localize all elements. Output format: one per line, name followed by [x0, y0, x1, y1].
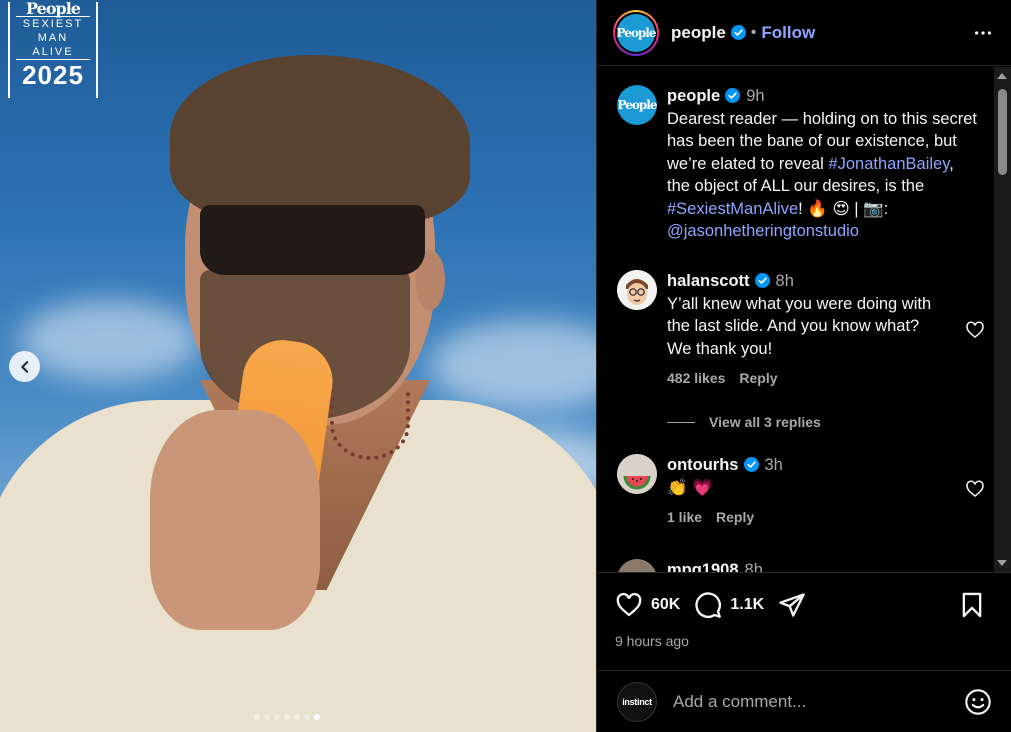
share-button[interactable]: [778, 591, 806, 619]
comment-bubble-icon: [695, 592, 722, 618]
bookmark-icon: [962, 592, 982, 618]
badge-line1: SEXIEST: [22, 18, 84, 30]
watermelon-avatar-icon: [617, 454, 657, 494]
comment-input[interactable]: [673, 691, 964, 712]
comment-time: 3h: [764, 456, 783, 474]
view-replies-label: View all 3 replies: [709, 414, 821, 430]
sexiest-man-alive-badge: People SEXIEST MAN ALIVE 2025: [8, 0, 98, 98]
comment-username[interactable]: ontourhs: [667, 456, 759, 474]
comment-time: 8h: [775, 272, 794, 290]
follow-button[interactable]: Follow: [761, 23, 815, 43]
emoji-smiley-icon[interactable]: [964, 688, 992, 716]
people-logo-icon: People: [617, 85, 657, 125]
carousel-dot: [274, 714, 280, 720]
add-comment-bar: instinct: [597, 670, 1011, 732]
post-side-panel: People people • Follow People people 9h D…: [596, 0, 1011, 732]
carousel-dot: [264, 714, 270, 720]
cloud: [20, 300, 200, 380]
like-button[interactable]: 60K: [615, 591, 680, 619]
save-button[interactable]: [958, 591, 994, 619]
reply-button[interactable]: Reply: [716, 509, 754, 525]
comments-scrollbar[interactable]: [994, 67, 1011, 572]
comment-time: 8h: [744, 561, 763, 572]
carousel-dot: [294, 714, 300, 720]
hashtag-link[interactable]: #JonathanBailey: [828, 155, 949, 173]
comment-count: 1.1K: [730, 596, 765, 613]
like-comment-icon[interactable]: [965, 479, 985, 499]
cartoon-avatar-icon: [617, 270, 657, 310]
like-comment-icon[interactable]: [965, 320, 985, 340]
verified-badge-icon: [730, 24, 746, 40]
mention-link[interactable]: @jasonhetheringtonstudio: [667, 222, 859, 240]
caption-time: 9h: [746, 87, 765, 105]
comment-text: 👏 💗: [667, 478, 713, 497]
story-ring-avatar[interactable]: People: [613, 9, 659, 56]
cloud: [430, 320, 596, 410]
post-actions: 60K 1.1K 9 hours ago: [597, 572, 1011, 670]
current-user-avatar[interactable]: instinct: [617, 681, 657, 722]
scrollbar-thumb[interactable]: [998, 89, 1007, 175]
verified-badge-icon: [725, 88, 741, 103]
post-photo[interactable]: People SEXIEST MAN ALIVE 2025: [0, 0, 596, 732]
comment-item: mpg1908 8h: [617, 559, 977, 572]
comment-username[interactable]: halanscott: [667, 272, 770, 290]
necklace: [330, 390, 410, 460]
comment-item: halanscott 8h Y’all knew what you were do…: [617, 270, 984, 386]
chevron-left-icon: [20, 360, 28, 373]
previous-slide-button[interactable]: [9, 351, 40, 382]
paper-plane-icon: [779, 593, 805, 617]
comment-meta: 1 like Reply: [667, 509, 977, 525]
comment-avatar[interactable]: [617, 270, 657, 310]
comment-avatar[interactable]: [617, 559, 657, 572]
comment-likes[interactable]: 1 like: [667, 509, 702, 525]
more-options-button[interactable]: [971, 21, 995, 45]
verified-badge-icon: [743, 457, 759, 472]
caption-avatar[interactable]: People: [617, 85, 657, 125]
hair: [170, 55, 470, 225]
badge-year: 2025: [22, 60, 84, 90]
header-username[interactable]: people: [671, 23, 746, 43]
hashtag-link[interactable]: #SexiestManAlive: [667, 200, 798, 218]
separator-dot: •: [750, 23, 757, 41]
reply-button[interactable]: Reply: [739, 370, 777, 386]
sunglasses: [200, 205, 425, 275]
view-replies-button[interactable]: View all 3 replies: [667, 414, 821, 430]
carousel-dots: [254, 714, 320, 720]
carousel-dot: [304, 714, 310, 720]
verified-badge-icon: [754, 273, 770, 288]
post-timestamp: 9 hours ago: [615, 633, 689, 649]
hand: [150, 410, 320, 630]
post-header: People people • Follow: [597, 0, 1011, 66]
carousel-dot: [254, 714, 260, 720]
comment-button[interactable]: 1.1K: [694, 591, 764, 619]
comment-text: Y’all knew what you were doing with the …: [667, 294, 932, 358]
heart-icon: [616, 592, 642, 617]
badge-brand: People: [26, 0, 81, 18]
comments-list[interactable]: People people 9h Dearest reader — holding…: [597, 67, 1011, 572]
caption-username[interactable]: people: [667, 87, 741, 105]
like-count: 60K: [651, 596, 681, 613]
comment-item: ontourhs 3h 👏 💗 1 like Reply: [617, 454, 984, 525]
caption: People people 9h Dearest reader — holding…: [617, 85, 977, 243]
comment-meta: 482 likes Reply: [667, 370, 977, 386]
badge-line3: ALIVE: [32, 46, 74, 58]
comment-avatar[interactable]: [617, 454, 657, 494]
badge-line2: MAN: [37, 32, 69, 44]
replies-divider: [667, 421, 695, 423]
scroll-down-arrow-icon[interactable]: [997, 560, 1007, 566]
comment-likes[interactable]: 482 likes: [667, 370, 725, 386]
more-horizontal-icon: [974, 30, 992, 35]
people-logo-icon: People: [617, 13, 656, 52]
caption-text: ! 🔥 😍 | 📷:: [798, 199, 889, 218]
comment-username[interactable]: mpg1908: [667, 561, 739, 572]
scroll-up-arrow-icon[interactable]: [997, 73, 1007, 79]
carousel-dot-active: [314, 714, 320, 720]
carousel-dot: [284, 714, 290, 720]
